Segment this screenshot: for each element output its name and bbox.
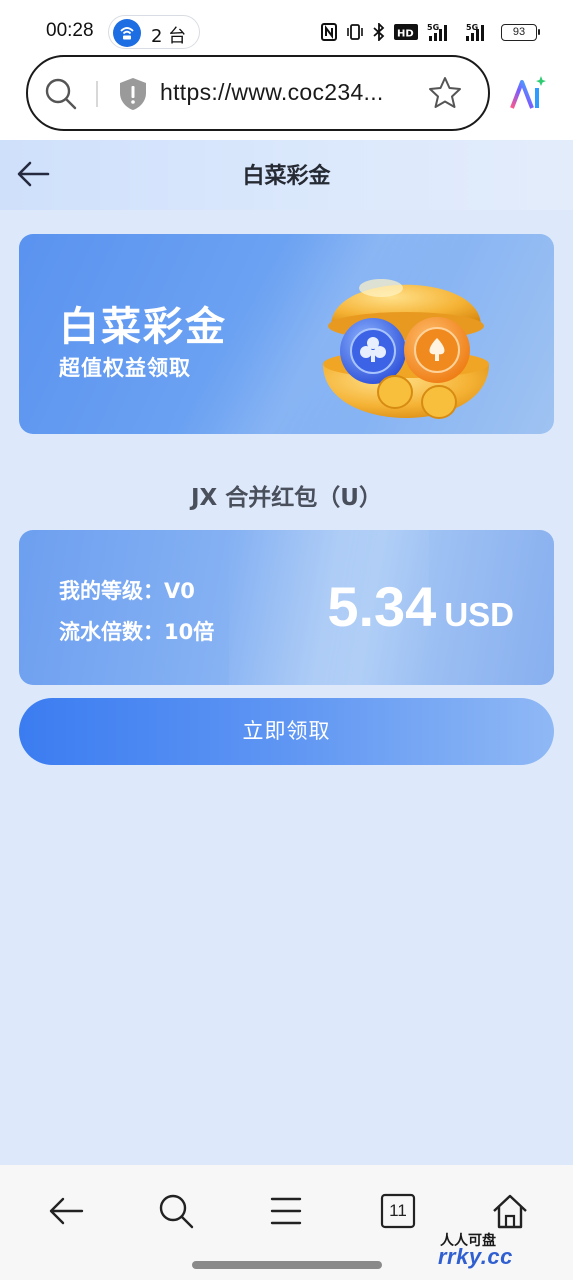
signal-5g-icon: 5G xyxy=(466,23,484,41)
status-bar: 00:28 2 台 HD 5G 5G 93 xyxy=(0,0,573,52)
promo-banner: 白菜彩金 超值权益领取 xyxy=(19,234,554,434)
claim-button[interactable]: 立即领取 xyxy=(19,698,554,765)
menu-icon[interactable] xyxy=(266,1191,306,1231)
star-icon[interactable] xyxy=(427,75,463,111)
tabs-button[interactable]: 11 xyxy=(378,1191,418,1231)
battery-icon: 93 xyxy=(501,23,540,41)
hotspot-count: 2 台 xyxy=(151,26,187,47)
url-text[interactable]: https://www.coc234... xyxy=(160,79,384,106)
member-level: 我的等级：V0 xyxy=(59,579,195,603)
watermark-bottom: rrky.cc xyxy=(438,1244,513,1269)
signal-5g-icon: 5G xyxy=(427,23,447,41)
svg-text:5G: 5G xyxy=(427,23,439,32)
banner-title: 白菜彩金 xyxy=(59,304,227,350)
search-icon[interactable] xyxy=(44,77,78,111)
home-icon[interactable] xyxy=(490,1191,530,1231)
browser-toolbar: https://www.coc234... xyxy=(0,52,573,140)
ai-assistant-icon[interactable] xyxy=(508,74,548,114)
bluetooth-icon xyxy=(373,23,385,41)
treasure-capsule-icon xyxy=(323,279,489,419)
nfc-icon xyxy=(321,23,337,41)
turnover-multiplier: 流水倍数：10倍 xyxy=(59,620,215,644)
page-title: 白菜彩金 xyxy=(242,164,331,189)
section-title: JX 合并红包（U） xyxy=(191,485,382,511)
tab-count: 11 xyxy=(389,1201,407,1220)
bonus-info-card: 我的等级：V0 流水倍数：10倍 5.34 USD xyxy=(19,530,554,685)
hotspot-icon xyxy=(113,19,141,47)
hd-icon: HD xyxy=(394,24,418,40)
svg-text:HD: HD xyxy=(397,29,414,40)
back-icon[interactable] xyxy=(46,1191,86,1231)
home-indicator[interactable] xyxy=(192,1261,382,1269)
amount-value: 5.34 xyxy=(327,575,437,638)
divider xyxy=(96,81,98,107)
search-icon[interactable] xyxy=(156,1191,196,1231)
banner-subtitle: 超值权益领取 xyxy=(59,356,191,380)
vibrate-icon xyxy=(347,24,363,40)
amount-currency: USD xyxy=(444,596,514,633)
shield-icon[interactable] xyxy=(118,77,148,111)
watermark-logo: 人人可盘 rrky.cc xyxy=(436,1230,556,1272)
hotspot-pill[interactable]: 2 台 xyxy=(108,15,200,49)
status-icons: HD 5G 5G 93 xyxy=(321,21,540,43)
status-time: 00:28 xyxy=(46,20,94,41)
bonus-amount: 5.34 USD xyxy=(327,574,514,639)
address-bar[interactable]: https://www.coc234... xyxy=(26,55,490,131)
page-header: 白菜彩金 xyxy=(0,140,573,210)
